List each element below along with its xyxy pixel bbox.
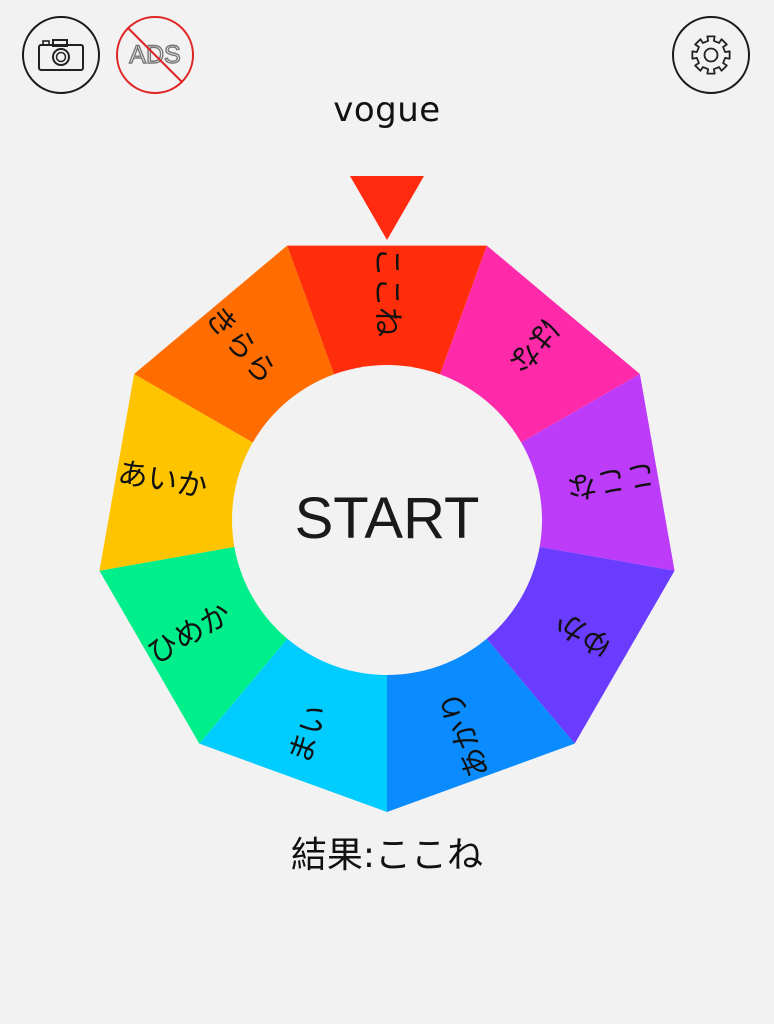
wheel-segment-label: ここね bbox=[370, 247, 405, 337]
start-button[interactable]: START bbox=[295, 486, 480, 551]
result-text: 結果:ここね bbox=[290, 835, 484, 876]
pointer-marker bbox=[350, 176, 424, 240]
